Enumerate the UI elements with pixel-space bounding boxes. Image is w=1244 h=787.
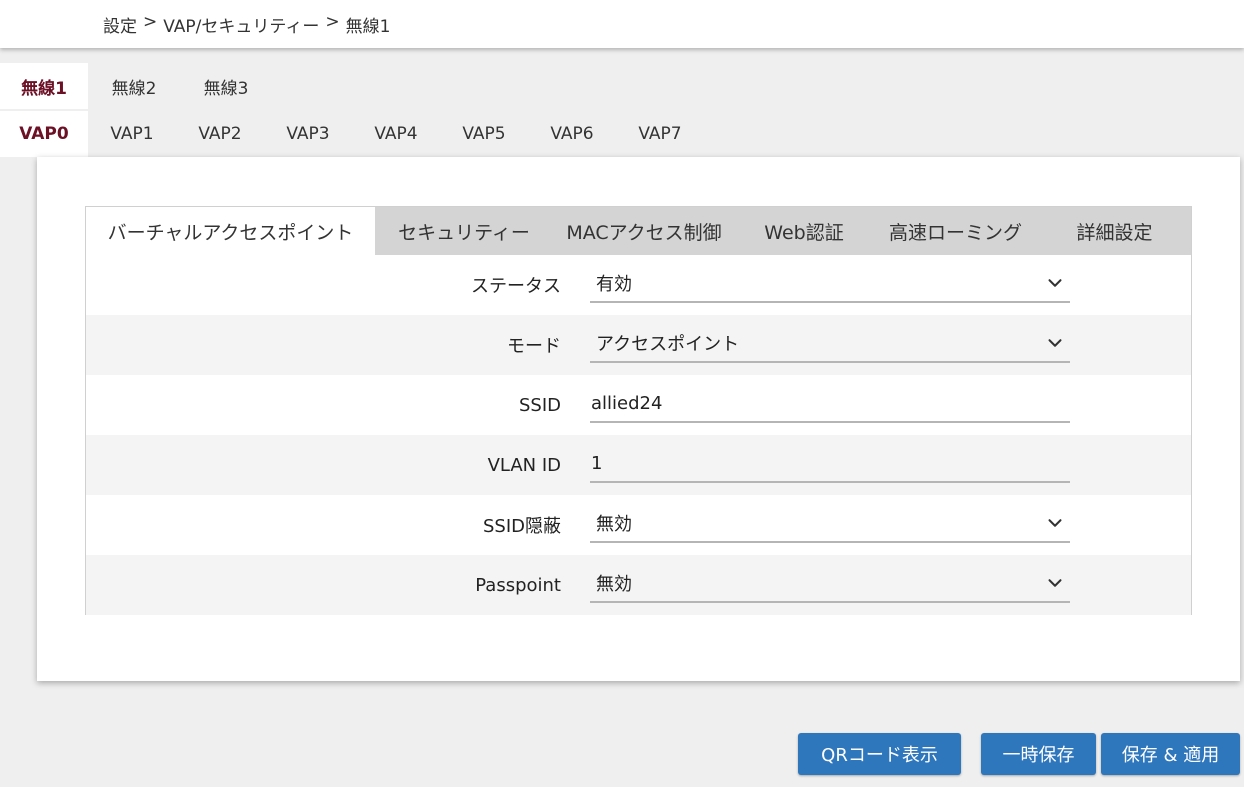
chevron-down-icon bbox=[1048, 519, 1062, 527]
tab-radio1[interactable]: 無線1 bbox=[0, 63, 88, 109]
chevron-down-icon bbox=[1048, 579, 1062, 587]
tab-vap2[interactable]: VAP2 bbox=[176, 111, 264, 157]
vlan-id-input[interactable] bbox=[590, 451, 1053, 475]
passpoint-select[interactable]: 無効 bbox=[590, 565, 1070, 603]
tab-fast-roaming[interactable]: 高速ローミング bbox=[873, 207, 1038, 255]
vlan-row: VLAN ID bbox=[86, 435, 1191, 495]
tab-vap7[interactable]: VAP7 bbox=[616, 111, 704, 157]
breadcrumb-item-vap-security[interactable]: VAP/セキュリティー bbox=[163, 12, 319, 37]
breadcrumb-separator: > bbox=[325, 12, 340, 32]
tab-vap5[interactable]: VAP5 bbox=[440, 111, 528, 157]
status-value: 有効 bbox=[596, 274, 632, 295]
tab-radio2[interactable]: 無線2 bbox=[88, 63, 180, 109]
chevron-down-icon bbox=[1048, 339, 1062, 347]
vlan-id-field[interactable] bbox=[590, 445, 1070, 483]
ssid-hide-row: SSID隠蔽 無効 bbox=[86, 495, 1191, 555]
vap-tab-bar: VAP0 VAP1 VAP2 VAP3 VAP4 VAP5 VAP6 VAP7 bbox=[0, 111, 704, 157]
tab-vap0[interactable]: VAP0 bbox=[0, 111, 88, 157]
passpoint-label: Passpoint bbox=[475, 574, 561, 596]
qr-code-button[interactable]: QRコード表示 bbox=[798, 733, 961, 775]
radio-tab-bar: 無線1 無線2 無線3 bbox=[0, 63, 272, 109]
ssid-row: SSID bbox=[86, 375, 1191, 435]
ssid-input[interactable] bbox=[590, 391, 1053, 415]
status-select[interactable]: 有効 bbox=[590, 265, 1070, 303]
tab-radio3[interactable]: 無線3 bbox=[180, 63, 272, 109]
tab-vap3[interactable]: VAP3 bbox=[264, 111, 352, 157]
mode-value: アクセスポイント bbox=[596, 334, 740, 355]
breadcrumb: 設定 > VAP/セキュリティー > 無線1 bbox=[103, 12, 390, 37]
mode-row: モード アクセスポイント bbox=[86, 315, 1191, 375]
mode-select[interactable]: アクセスポイント bbox=[590, 325, 1070, 363]
settings-panel: バーチャルアクセスポイント セキュリティー MACアクセス制御 Web認証 高速… bbox=[37, 157, 1240, 681]
status-label: ステータス bbox=[471, 276, 561, 297]
ssid-hide-label: SSID隠蔽 bbox=[482, 516, 561, 537]
temp-save-button[interactable]: 一時保存 bbox=[981, 733, 1096, 775]
passpoint-value: 無効 bbox=[596, 574, 632, 595]
tab-virtual-access-point[interactable]: バーチャルアクセスポイント bbox=[86, 207, 375, 255]
form-rows: ステータス 有効 モード アクセスポイント SSID allied24 VLAN… bbox=[86, 255, 1191, 615]
ssid-hide-select[interactable]: 無効 bbox=[590, 505, 1070, 543]
ssid-hide-value: 無効 bbox=[596, 514, 632, 535]
vlan-id-label: VLAN ID bbox=[487, 454, 561, 476]
breadcrumb-item-radio1: 無線1 bbox=[345, 17, 391, 37]
tab-vap1[interactable]: VAP1 bbox=[88, 111, 176, 157]
tab-vap6[interactable]: VAP6 bbox=[528, 111, 616, 157]
vap-form-card: バーチャルアクセスポイント セキュリティー MACアクセス制御 Web認証 高速… bbox=[85, 206, 1192, 615]
tab-web-auth[interactable]: Web認証 bbox=[735, 207, 873, 255]
sub-tab-bar: バーチャルアクセスポイント セキュリティー MACアクセス制御 Web認証 高速… bbox=[86, 207, 1191, 255]
tab-mac-access-control[interactable]: MACアクセス制御 bbox=[553, 207, 735, 255]
breadcrumb-item-settings[interactable]: 設定 bbox=[103, 12, 137, 37]
chevron-down-icon bbox=[1048, 279, 1062, 287]
tab-advanced-settings[interactable]: 詳細設定 bbox=[1038, 207, 1191, 255]
mode-label: モード bbox=[507, 336, 561, 357]
ssid-label: SSID bbox=[518, 394, 561, 416]
breadcrumb-separator: > bbox=[143, 12, 158, 32]
status-row: ステータス 有効 bbox=[86, 255, 1191, 315]
tab-vap4[interactable]: VAP4 bbox=[352, 111, 440, 157]
passpoint-row: Passpoint 無効 bbox=[86, 555, 1191, 615]
tab-security[interactable]: セキュリティー bbox=[375, 207, 553, 255]
top-bar: 設定 > VAP/セキュリティー > 無線1 bbox=[0, 0, 1244, 48]
ssid-field[interactable] bbox=[590, 385, 1070, 423]
save-apply-button[interactable]: 保存 & 適用 bbox=[1101, 733, 1240, 775]
